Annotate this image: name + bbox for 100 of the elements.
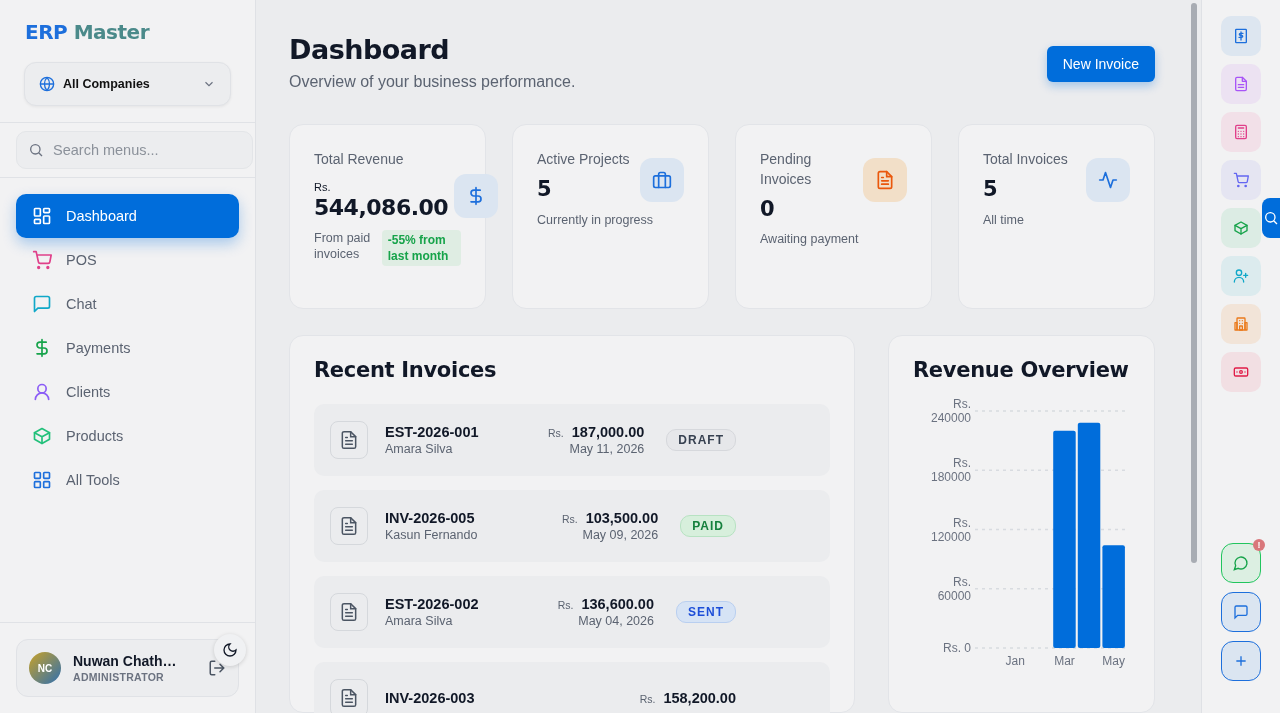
new-invoice-button[interactable]: New Invoice	[1046, 46, 1155, 82]
globe-icon	[39, 76, 55, 92]
banknote-icon	[1233, 364, 1249, 380]
search-icon	[28, 142, 44, 158]
document-icon	[339, 602, 359, 622]
invoice-date: May 09, 2026	[582, 528, 659, 542]
user-plus-icon	[1233, 268, 1249, 284]
stat-note: Currently in progress	[537, 212, 653, 228]
stat-note: From paid invoices	[314, 230, 372, 262]
search-icon	[1263, 210, 1279, 226]
building-icon	[1233, 316, 1249, 332]
invoice-row[interactable]: EST-2026-001 Amara Silva Rs. 187,000.00 May 11, 2026 DRAFT	[314, 404, 830, 476]
notification-badge: !	[1253, 539, 1265, 551]
stat-value: 0	[760, 197, 776, 221]
quick-tool-button[interactable]	[1221, 256, 1261, 296]
nav-item[interactable]: All Tools	[16, 458, 239, 502]
invoice-number: EST-2026-001	[385, 424, 480, 440]
panel-title: Revenue Overview	[913, 358, 1130, 382]
invoice-row[interactable]: INV-2026-005 Kasun Fernando Rs. 103,500.00 May 09, 2026 PAID	[314, 490, 830, 562]
moon-icon	[222, 642, 238, 658]
chat-icon	[1233, 604, 1249, 620]
y-axis-label: Rs. 180000	[929, 456, 971, 485]
page-subtitle: Overview of your business performance.	[289, 73, 576, 91]
nav-item[interactable]: Payments	[16, 326, 239, 370]
nav-item[interactable]: Chat	[16, 282, 239, 326]
user-role: ADMINISTRATOR	[73, 671, 165, 683]
stat-value: 5	[537, 177, 553, 201]
briefcase-icon	[652, 170, 672, 190]
pulse-icon	[1098, 170, 1118, 190]
invoice-row[interactable]: EST-2026-002 Amara Silva Rs. 136,600.00 May 04, 2026 SENT	[314, 576, 830, 648]
company-select[interactable]: All Companies	[24, 62, 231, 106]
quick-tool-button[interactable]	[1221, 64, 1261, 104]
dashboard-icon	[32, 206, 52, 226]
client-name: Amara Silva	[385, 442, 454, 456]
chat-button[interactable]	[1221, 592, 1261, 632]
invoice-number: INV-2026-005	[385, 510, 476, 526]
quick-tool-button[interactable]	[1221, 304, 1261, 344]
search-field[interactable]: Search menus...	[16, 131, 253, 169]
dark-mode-toggle[interactable]	[214, 634, 246, 666]
quick-tool-button[interactable]	[1221, 352, 1261, 392]
y-axis-label: Rs. 240000	[929, 397, 971, 425]
y-axis-label: Rs. 60000	[936, 574, 971, 603]
logout-icon[interactable]	[208, 659, 226, 677]
calculator-icon	[1233, 124, 1249, 140]
invoice-date: May 11, 2026	[569, 442, 645, 456]
avatar: NC	[29, 652, 61, 684]
stat-title: Active Projects	[537, 150, 630, 169]
client-name: Amara Silva	[385, 614, 454, 628]
add-button[interactable]	[1221, 641, 1261, 681]
document-icon	[339, 688, 359, 708]
y-axis-label: Rs. 0	[942, 641, 971, 655]
currency-label: Rs.	[557, 599, 574, 611]
quick-tool-button[interactable]	[1221, 16, 1261, 56]
nav-item[interactable]: Clients	[16, 370, 239, 414]
scrollbar-thumb[interactable]	[1191, 3, 1197, 563]
currency-label: Rs.	[639, 693, 656, 705]
chat-bubble-icon	[1233, 555, 1249, 571]
invoice-row[interactable]: INV-2026-003 Rs. 158,200.00	[314, 662, 830, 713]
invoice-date: May 04, 2026	[578, 614, 654, 628]
nav-item[interactable]: POS	[16, 238, 239, 282]
user-icon	[32, 382, 52, 402]
stat-title: Pending Invoices	[760, 150, 813, 189]
document-icon	[1233, 76, 1249, 92]
stat-title: Total Invoices	[983, 150, 1068, 169]
invoice-amount: 136,600.00	[581, 596, 654, 612]
panel-title: Recent Invoices	[314, 358, 498, 382]
stat-note: All time	[983, 212, 1024, 228]
invoice-amount: 103,500.00	[585, 510, 659, 526]
x-axis-label: Jan	[1005, 654, 1025, 668]
quick-tool-button[interactable]	[1221, 112, 1261, 152]
x-axis-label: May	[1102, 654, 1125, 668]
invoice-number: INV-2026-003	[385, 690, 476, 706]
invoice-number: EST-2026-002	[385, 596, 480, 612]
nav-item[interactable]: Products	[16, 414, 239, 458]
invoice-amount: 158,200.00	[663, 690, 736, 706]
stat-value: 5	[983, 177, 999, 201]
chat-icon	[32, 294, 52, 314]
currency-label: Rs.	[561, 513, 578, 525]
x-axis-label: Mar	[1054, 654, 1075, 668]
cart-icon	[1233, 172, 1249, 188]
stat-note: Awaiting payment	[760, 231, 859, 247]
quick-tool-button[interactable]	[1221, 160, 1261, 200]
box-icon	[1233, 220, 1249, 236]
stat-value: 544,086.00	[314, 195, 449, 220]
cart-icon	[32, 250, 52, 270]
stat-title: Total Revenue	[314, 150, 405, 169]
status-badge: PAID	[680, 515, 736, 537]
plus-icon	[1233, 653, 1249, 669]
receipt-icon	[1233, 28, 1249, 44]
logo: ERP Master	[25, 20, 151, 44]
box-icon	[32, 426, 52, 446]
nav-item[interactable]: Dashboard	[16, 194, 239, 238]
search-tab[interactable]	[1262, 198, 1280, 238]
status-badge: DRAFT	[666, 429, 736, 451]
document-icon	[339, 430, 359, 450]
quick-tool-button[interactable]	[1221, 208, 1261, 248]
currency-label: Rs.	[548, 427, 564, 439]
currency-label: Rs.	[314, 181, 332, 193]
document-icon	[875, 170, 895, 190]
invoice-amount: 187,000.00	[571, 424, 645, 440]
